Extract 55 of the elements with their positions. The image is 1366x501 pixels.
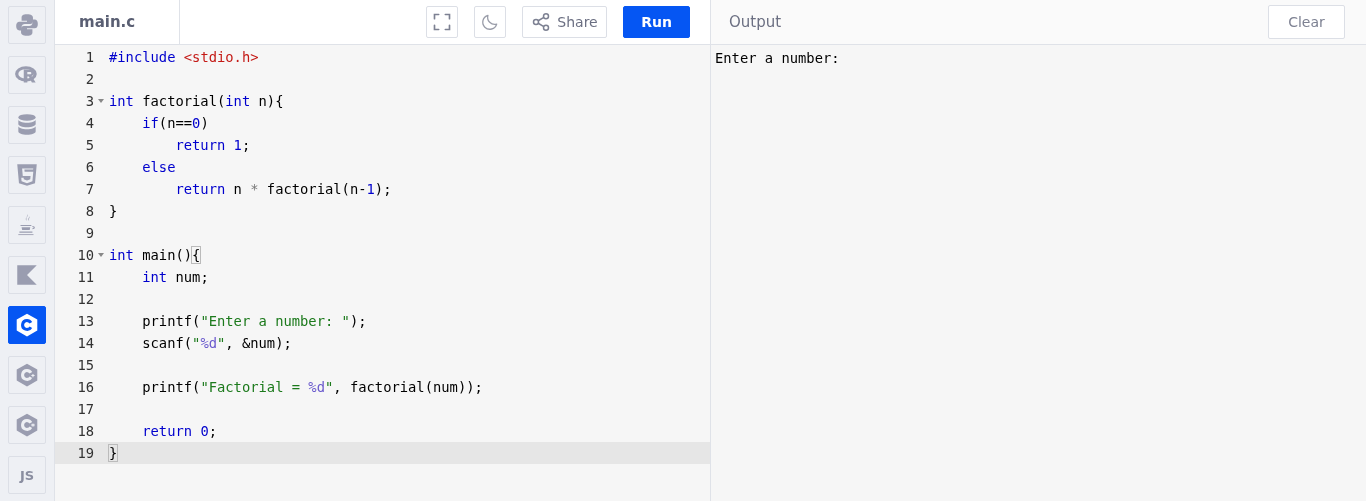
code-line: int main(){ <box>109 247 201 263</box>
code-line: if(n==0) <box>141 115 209 131</box>
clear-button[interactable]: Clear <box>1268 5 1345 39</box>
fold-icon[interactable] <box>98 99 104 103</box>
code-line: printf("Factorial = %d", factorial(num)); <box>141 379 483 395</box>
line-number: 18 <box>77 423 94 439</box>
hexagon-c-plus-icon <box>14 362 40 388</box>
hexagon-c-icon <box>14 312 40 338</box>
line-number: 5 <box>85 137 94 153</box>
line-number: 10 <box>77 247 94 263</box>
code-line: else <box>141 159 176 175</box>
share-icon <box>531 12 552 32</box>
line-number: 2 <box>85 71 94 87</box>
language-button[interactable] <box>8 306 46 344</box>
code-line: printf("Enter a number: "); <box>141 313 367 329</box>
moon-icon <box>480 12 500 32</box>
line-number: 11 <box>77 269 94 285</box>
code-line: #include <stdio.h> <box>109 49 259 65</box>
language-button[interactable]: JS <box>8 456 46 494</box>
run-button[interactable]: Run <box>623 6 690 38</box>
output-text: Enter a number: <box>715 50 840 66</box>
file-tab[interactable]: main.c <box>55 0 180 44</box>
line-number: 6 <box>85 159 94 175</box>
line-number: 17 <box>77 401 94 417</box>
code-line: } <box>109 445 118 461</box>
line-number: 9 <box>85 225 94 241</box>
k-shape-icon <box>14 262 40 288</box>
line-number: 13 <box>77 313 94 329</box>
share-button[interactable]: Share <box>522 6 607 38</box>
line-number: 15 <box>77 357 94 373</box>
shield-icon <box>14 162 40 188</box>
fold-icon[interactable] <box>98 253 104 257</box>
fullscreen-button[interactable] <box>426 6 458 38</box>
line-number: 1 <box>85 49 94 65</box>
theme-button[interactable] <box>474 6 506 38</box>
code-line: return 0; <box>141 423 217 439</box>
code-line: int num; <box>141 269 209 285</box>
line-number: 3 <box>85 93 94 109</box>
snakes-icon <box>14 12 40 38</box>
line-number: 7 <box>85 181 94 197</box>
line-number: 19 <box>77 445 94 461</box>
code-line: return 1; <box>174 137 251 153</box>
code-line: scanf("%d", &num); <box>141 335 292 351</box>
output-title: Output <box>729 13 782 31</box>
line-number: 4 <box>85 115 94 131</box>
code-line: } <box>109 203 118 219</box>
fullscreen-icon <box>432 12 452 32</box>
code-line: return n * factorial(n-1); <box>174 181 392 197</box>
hexagon-c-hash-icon <box>14 412 40 438</box>
code-editor[interactable] <box>55 45 710 501</box>
line-number: 16 <box>77 379 94 395</box>
code-line: int factorial(int n){ <box>109 93 284 109</box>
line-number: 8 <box>85 203 94 219</box>
line-number: 12 <box>77 291 94 307</box>
line-number: 14 <box>77 335 94 351</box>
